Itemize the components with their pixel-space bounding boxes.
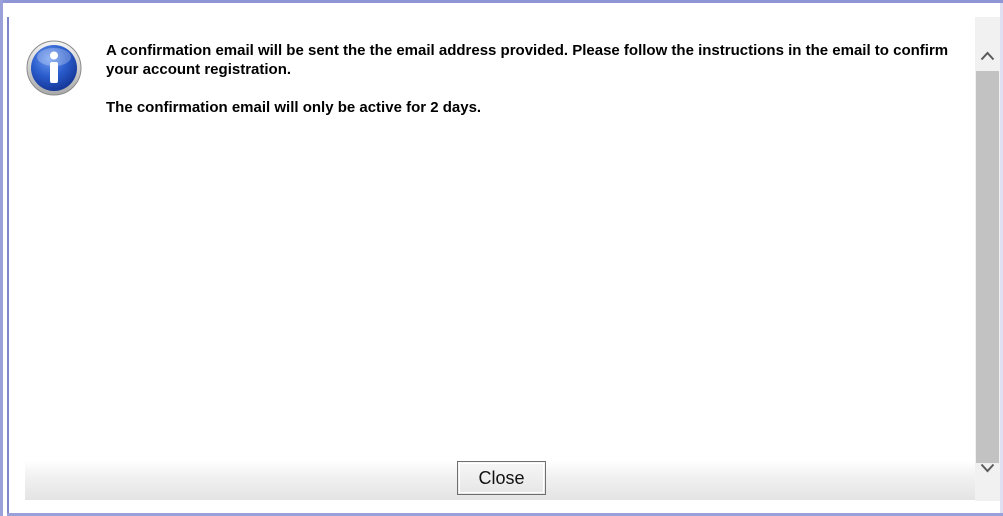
frame-left-border (0, 0, 3, 516)
scroll-up-button[interactable] (975, 17, 1000, 70)
message-paragraph: The confirmation email will only be acti… (106, 99, 482, 116)
chevron-up-icon (980, 51, 995, 61)
frame-top-border (0, 0, 1003, 3)
message-text: A confirmation email will be sent the th… (106, 41, 958, 136)
scroll-down-button[interactable] (975, 447, 1000, 501)
vertical-scrollbar[interactable] (975, 17, 1000, 501)
close-button[interactable]: Close (457, 461, 546, 495)
chevron-down-icon (980, 463, 995, 473)
scroll-thumb[interactable] (976, 71, 999, 463)
message-paragraph: A confirmation email will be sent the th… (106, 42, 949, 78)
footer-left-pad (9, 461, 25, 500)
info-icon (26, 40, 82, 96)
dialog: A confirmation email will be sent the th… (0, 0, 1003, 516)
